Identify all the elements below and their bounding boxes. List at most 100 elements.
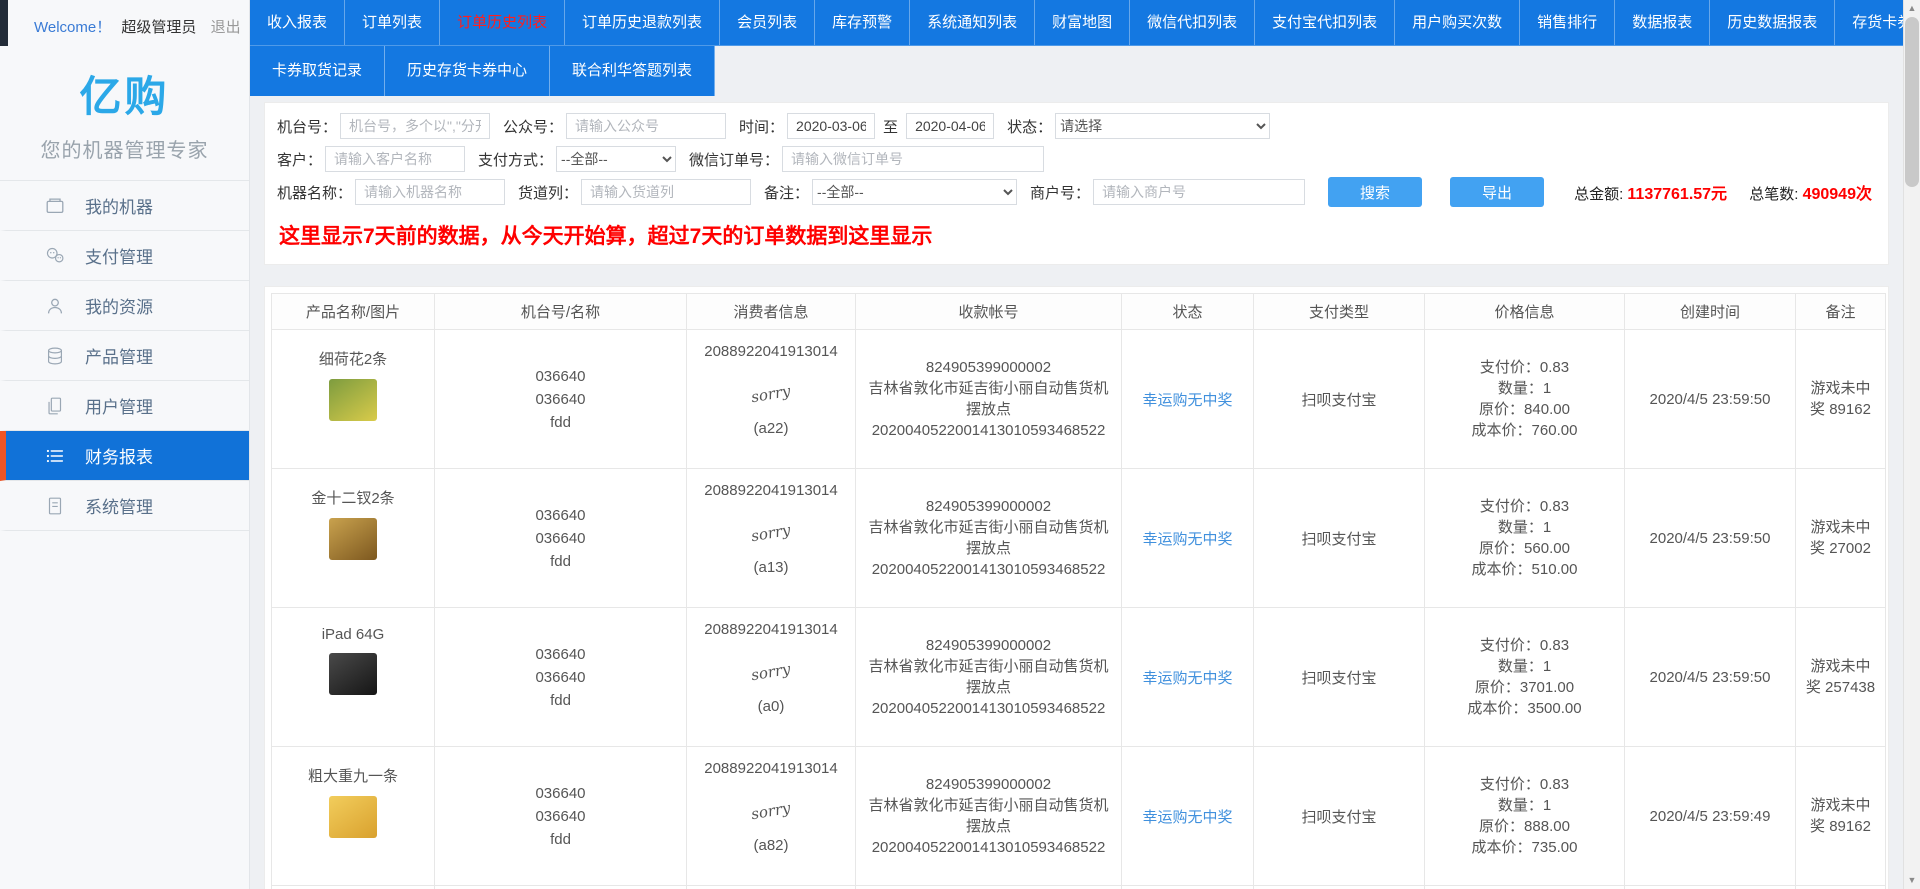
sub-nav-tab-0[interactable]: 卡券取货记录 [250, 46, 385, 96]
machine-no-label: 机台号： [277, 116, 337, 137]
account-address: 吉林省敦化市延吉街小丽自动售货机摆放点 [856, 517, 1121, 559]
scroll-up-icon[interactable]: ▲ [1904, 0, 1920, 17]
consumer-id: 2088922041913014 [687, 760, 855, 777]
sidebar-item-2[interactable]: 我的资源 [0, 281, 249, 331]
remark-text: 游戏未中奖 89162 [1796, 795, 1885, 837]
date-end-input[interactable] [906, 113, 994, 139]
sidebar-item-4[interactable]: 用户管理 [0, 381, 249, 431]
nav-tab-7[interactable]: 财富地图 [1035, 0, 1130, 45]
nav-tab-9[interactable]: 支付宝代扣列表 [1255, 0, 1395, 45]
status-link[interactable]: 幸运购无中奖 [1142, 670, 1232, 687]
table-body: 细荷花2条036640036640fdd2088922041913014sorr… [272, 330, 1886, 889]
sidebar-item-label: 系统管理 [85, 493, 153, 518]
cell-status [1122, 886, 1254, 889]
remark-filter-label: 备注： [764, 182, 809, 203]
nav-tab-2[interactable]: 订单历史列表 [440, 0, 565, 45]
nav-tab-12[interactable]: 数据报表 [1615, 0, 1710, 45]
machine-name-input[interactable] [355, 179, 505, 205]
cell-price: 支付价：0.83数量：1原价：3701.00成本价：3500.00 [1425, 608, 1625, 747]
wechat-order-label: 微信订单号： [689, 149, 779, 170]
sorry-text: sorry [750, 382, 792, 407]
merchant-input[interactable] [1093, 179, 1305, 205]
price-line: 原价：3701.00 [1425, 677, 1624, 698]
consumer-code: (a82) [687, 837, 855, 854]
nav-tab-6[interactable]: 系统通知列表 [910, 0, 1035, 45]
machine-line: 036640 [435, 643, 686, 666]
table-row: 华为MATE 30036640036640fdd2088922041913014… [272, 886, 1886, 889]
cell-consumer: 2088922041913014sorry(a22) [687, 330, 856, 469]
sidebar-item-6[interactable]: 系统管理 [0, 481, 249, 531]
price-line: 成本价：510.00 [1425, 559, 1624, 580]
filter-row-3: 机器名称： 货道列： 备注： --全部-- 商户号： 搜索 [277, 179, 1876, 205]
account-address: 吉林省敦化市延吉街小丽自动售货机摆放点 [856, 656, 1121, 698]
nav-tab-3[interactable]: 订单历史退款列表 [565, 0, 720, 45]
price-line: 支付价：0.83 [1425, 635, 1624, 656]
notice-text: 这里显示7天前的数据，从今天开始算，超过7天的订单数据到这里显示 [279, 220, 1876, 250]
account-no: 824905399000002 [856, 635, 1121, 656]
user-name: 超级管理员 [121, 19, 196, 36]
nav-tab-10[interactable]: 用户购买次数 [1395, 0, 1520, 45]
window-edge [0, 0, 8, 46]
sorry-text: sorry [750, 660, 792, 685]
cell-status: 幸运购无中奖 [1122, 608, 1254, 747]
sidebar-item-0[interactable]: 我的机器 [0, 181, 249, 231]
account-address: 吉林省敦化市延吉街小丽自动售货机摆放点 [856, 378, 1121, 420]
nav-tab-5[interactable]: 库存预警 [815, 0, 910, 45]
nav-tab-13[interactable]: 历史数据报表 [1710, 0, 1835, 45]
account-order: 2020040522001413010593468522 [856, 559, 1121, 580]
search-button[interactable]: 搜索 [1328, 177, 1422, 207]
machine-name-label: 机器名称： [277, 182, 352, 203]
pay-method-select[interactable]: --全部-- [556, 146, 676, 172]
export-button[interactable]: 导出 [1450, 177, 1544, 207]
status-link[interactable]: 幸运购无中奖 [1142, 392, 1232, 409]
sub-nav-tab-2[interactable]: 联合利华答题列表 [550, 46, 715, 96]
orders-table: 产品名称/图片机台号/名称消费者信息收款帐号状态支付类型价格信息创建时间备注 细… [271, 293, 1886, 889]
logout-link[interactable]: 退出 [211, 19, 241, 36]
wechat-order-input[interactable] [782, 146, 1044, 172]
sidebar-item-label: 支付管理 [85, 243, 153, 268]
table-row: 粗大重九一条036640036640fdd2088922041913014sor… [272, 747, 1886, 886]
machine-icon [44, 194, 68, 218]
nav-tab-4[interactable]: 会员列表 [720, 0, 815, 45]
sub-nav-tab-1[interactable]: 历史存货卡券中心 [385, 46, 550, 96]
remark-filter-select[interactable]: --全部-- [812, 179, 1017, 205]
product-image [329, 653, 377, 695]
table-row: iPad 64G036640036640fdd2088922041913014s… [272, 608, 1886, 747]
cell-pay-type: 扫呗支付宝 [1254, 608, 1425, 747]
v-scrollbar[interactable]: ▲ ▼ [1903, 0, 1920, 889]
nav-tab-0[interactable]: 收入报表 [250, 0, 345, 45]
nav-tab-1[interactable]: 订单列表 [345, 0, 440, 45]
product-name: 金十二钗2条 [272, 487, 434, 508]
nav-tab-11[interactable]: 销售排行 [1520, 0, 1615, 45]
cell-created [1625, 886, 1796, 889]
date-start-input[interactable] [787, 113, 875, 139]
filter-row-1: 机台号： 公众号： 时间： 至 状态： 请选择 [277, 113, 1876, 139]
orders-table-panel: 产品名称/图片机台号/名称消费者信息收款帐号状态支付类型价格信息创建时间备注 细… [264, 286, 1889, 889]
machine-line: 036640 [435, 504, 686, 527]
status-link[interactable]: 幸运购无中奖 [1142, 531, 1232, 548]
header-cell-6: 价格信息 [1425, 294, 1625, 330]
price-line: 成本价：735.00 [1425, 837, 1624, 858]
official-account-input[interactable] [566, 113, 726, 139]
finance-icon [44, 444, 68, 468]
scroll-thumb[interactable] [1905, 17, 1919, 187]
cell-consumer: 2088922041913014sorry [687, 886, 856, 889]
status-label: 状态： [1007, 116, 1052, 137]
sidebar-item-5[interactable]: 财务报表 [0, 431, 249, 481]
product-icon [44, 344, 68, 368]
price-line: 成本价：3500.00 [1425, 698, 1624, 719]
nav-tab-8[interactable]: 微信代扣列表 [1130, 0, 1255, 45]
machine-no-input[interactable] [340, 113, 490, 139]
customer-input[interactable] [325, 146, 465, 172]
sidebar-item-1[interactable]: 支付管理 [0, 231, 249, 281]
sidebar-item-3[interactable]: 产品管理 [0, 331, 249, 381]
account-no: 824905399000002 [856, 357, 1121, 378]
status-link[interactable]: 幸运购无中奖 [1142, 809, 1232, 826]
status-select[interactable]: 请选择 [1055, 113, 1270, 139]
filter-row-2: 客户： 支付方式： --全部-- 微信订单号： [277, 146, 1876, 172]
channel-input[interactable] [581, 179, 751, 205]
app-slogan: 您的机器管理专家 [0, 134, 249, 163]
scroll-down-icon[interactable]: ▼ [1904, 872, 1920, 889]
welcome-row: Welcome！ 超级管理员 退出 [0, 0, 249, 37]
product-name: iPad 64G [272, 626, 434, 643]
